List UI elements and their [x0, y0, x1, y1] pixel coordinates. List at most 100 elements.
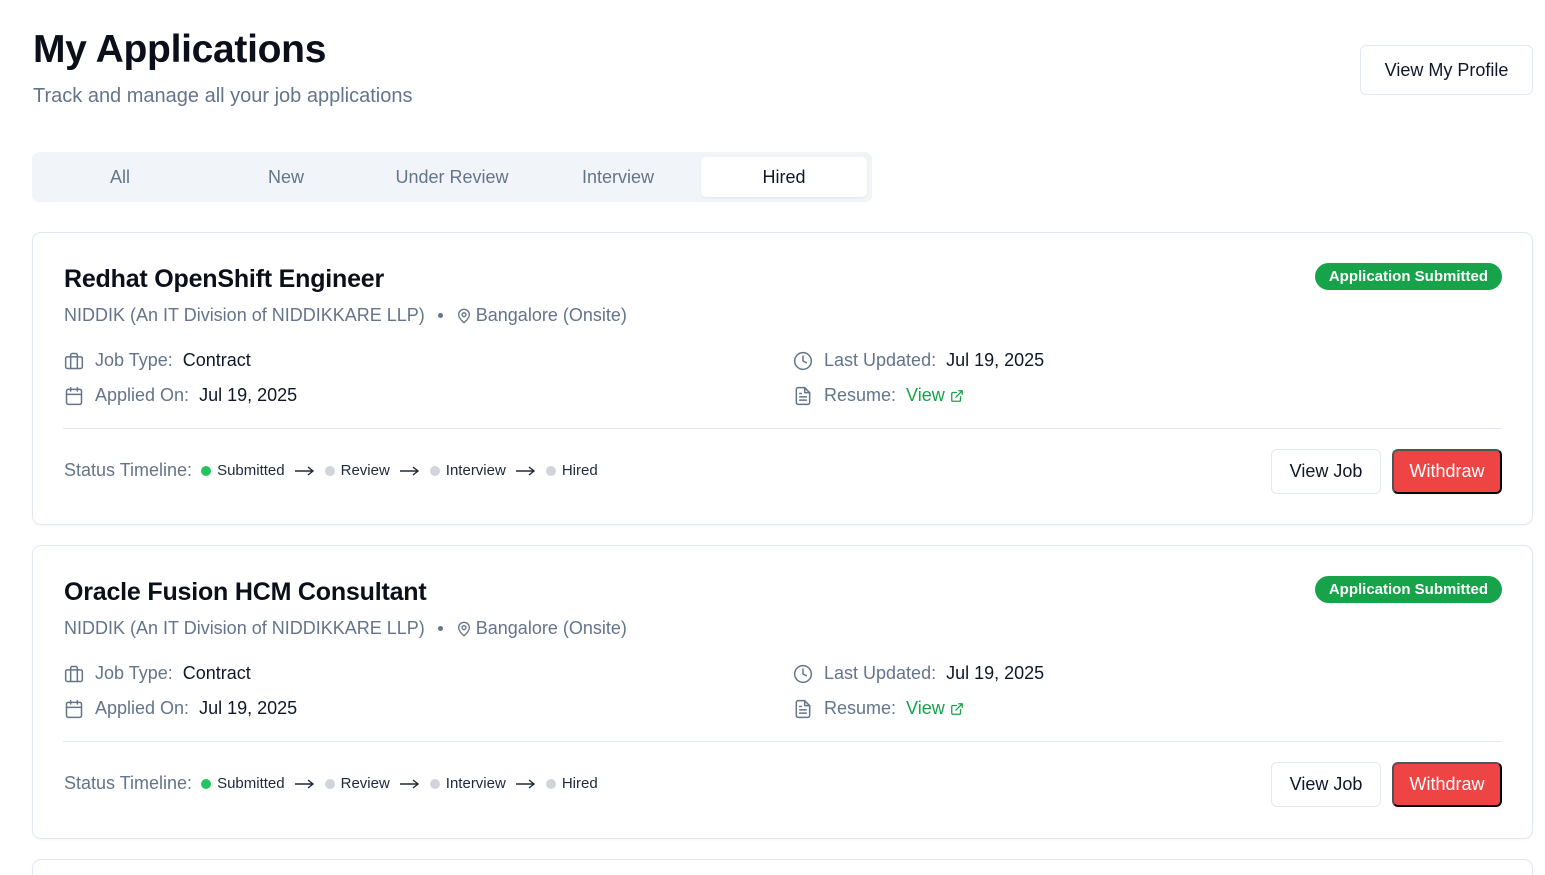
last-updated-label: Last Updated:: [824, 663, 937, 683]
job-type-row: Job Type: Contract: [64, 350, 251, 371]
withdraw-button[interactable]: Withdraw: [1392, 449, 1502, 494]
application-card: Oracle Fusion HCM Consultant NIDDIK (An …: [32, 545, 1533, 839]
external-link-icon: [950, 389, 963, 402]
timeline-step-label: Review: [340, 775, 390, 792]
resume-label: Resume:: [824, 698, 897, 718]
timeline-step-review: Review: [324, 462, 390, 479]
timeline-step-hired: Hired: [545, 775, 598, 792]
timeline-step-label: Hired: [561, 775, 598, 792]
timeline-dot: [545, 778, 556, 789]
timeline-step-interview: Interview: [429, 775, 506, 792]
status-badge: Application Submitted: [1314, 263, 1502, 290]
timeline-step-label: Interview: [445, 775, 506, 792]
job-location: Bangalore (Onsite): [475, 618, 627, 638]
calendar-icon: [64, 386, 84, 406]
tab-all[interactable]: All: [37, 157, 203, 197]
briefcase-icon: [64, 664, 84, 684]
timeline-dot: [324, 778, 335, 789]
arrow-right-icon: [399, 465, 420, 476]
tab-hired[interactable]: Hired: [701, 157, 867, 197]
separator-dot: [437, 313, 443, 318]
page-title: My Applications: [33, 28, 327, 71]
page-subtitle: Track and manage all your job applicatio…: [33, 85, 413, 107]
application-card: Redhat OpenShift Engineer NIDDIK (An IT …: [32, 232, 1533, 525]
status-badge: Application Submitted: [1314, 576, 1502, 603]
arrow-right-icon: [399, 778, 420, 789]
applied-on-row: Applied On: Jul 19, 2025: [64, 385, 297, 406]
arrow-right-icon: [515, 778, 536, 789]
status-tabs: All New Under Review Interview Hired: [32, 152, 872, 202]
job-type-value: Contract: [182, 663, 251, 683]
company-line: NIDDIK (An IT Division of NIDDIKKARE LLP…: [64, 305, 627, 326]
last-updated-row: Last Updated: Jul 19, 2025: [793, 350, 1044, 371]
clock-icon: [793, 664, 813, 684]
job-location: Bangalore (Onsite): [475, 305, 627, 325]
tab-interview[interactable]: Interview: [535, 157, 701, 197]
location-pin-icon: [456, 307, 472, 325]
timeline-step-label: Interview: [445, 462, 506, 479]
timeline-dot: [201, 465, 212, 476]
arrow-right-icon: [294, 778, 315, 789]
applied-on-row: Applied On: Jul 19, 2025: [64, 698, 297, 719]
timeline-step-interview: Interview: [429, 462, 506, 479]
timeline-dot: [201, 778, 212, 789]
resume-row: Resume: View: [793, 698, 964, 719]
resume-view-link-text: View: [906, 698, 945, 718]
resume-view-link[interactable]: View: [906, 385, 964, 406]
applied-on-label: Applied On:: [95, 385, 190, 405]
timeline-step-review: Review: [324, 775, 390, 792]
tab-new[interactable]: New: [203, 157, 369, 197]
timeline-step-hired: Hired: [545, 462, 598, 479]
separator-dot: [437, 626, 443, 631]
last-updated-value: Jul 19, 2025: [946, 663, 1045, 683]
page-header: My Applications Track and manage all you…: [33, 26, 412, 108]
resume-view-link-text: View: [906, 385, 945, 405]
timeline-step-submitted: Submitted: [201, 775, 285, 792]
calendar-icon: [64, 699, 84, 719]
applied-on-value: Jul 19, 2025: [199, 385, 298, 405]
card-divider: [63, 428, 1502, 429]
timeline-dot: [545, 465, 556, 476]
status-timeline: Status Timeline: Submitted Review Interv…: [64, 460, 598, 481]
status-timeline: Status Timeline: Submitted Review Interv…: [64, 773, 598, 794]
card-divider: [63, 741, 1502, 742]
clock-icon: [793, 351, 813, 371]
last-updated-label: Last Updated:: [824, 350, 937, 370]
timeline-step-label: Hired: [561, 462, 598, 479]
briefcase-icon: [64, 351, 84, 371]
status-timeline-label: Status Timeline:: [64, 773, 193, 793]
location-pin-icon: [456, 620, 472, 638]
job-type-value: Contract: [182, 350, 251, 370]
external-link-icon: [950, 702, 963, 715]
view-profile-button[interactable]: View My Profile: [1360, 45, 1533, 95]
job-title: Redhat OpenShift Engineer: [64, 265, 385, 293]
job-type-row: Job Type: Contract: [64, 663, 251, 684]
arrow-right-icon: [515, 465, 536, 476]
timeline-dot: [429, 778, 440, 789]
timeline-dot: [429, 465, 440, 476]
tab-under-review[interactable]: Under Review: [369, 157, 535, 197]
resume-label: Resume:: [824, 385, 897, 405]
job-type-label: Job Type:: [95, 350, 173, 370]
status-timeline-label: Status Timeline:: [64, 460, 193, 480]
last-updated-row: Last Updated: Jul 19, 2025: [793, 663, 1044, 684]
resume-view-link[interactable]: View: [906, 698, 964, 719]
job-title: Oracle Fusion HCM Consultant: [64, 578, 427, 606]
resume-row: Resume: View: [793, 385, 964, 406]
application-card: [32, 859, 1533, 875]
timeline-step-submitted: Submitted: [201, 462, 285, 479]
file-icon: [793, 386, 813, 406]
view-job-button[interactable]: View Job: [1271, 449, 1381, 494]
applied-on-value: Jul 19, 2025: [199, 698, 298, 718]
last-updated-value: Jul 19, 2025: [946, 350, 1045, 370]
company-name: NIDDIK (An IT Division of NIDDIKKARE LLP…: [64, 618, 425, 638]
timeline-dot: [324, 465, 335, 476]
timeline-step-label: Review: [340, 462, 390, 479]
file-icon: [793, 699, 813, 719]
company-line: NIDDIK (An IT Division of NIDDIKKARE LLP…: [64, 618, 627, 639]
job-type-label: Job Type:: [95, 663, 173, 683]
timeline-step-label: Submitted: [217, 775, 285, 792]
timeline-step-label: Submitted: [217, 462, 285, 479]
withdraw-button[interactable]: Withdraw: [1392, 762, 1502, 807]
view-job-button[interactable]: View Job: [1271, 762, 1381, 807]
